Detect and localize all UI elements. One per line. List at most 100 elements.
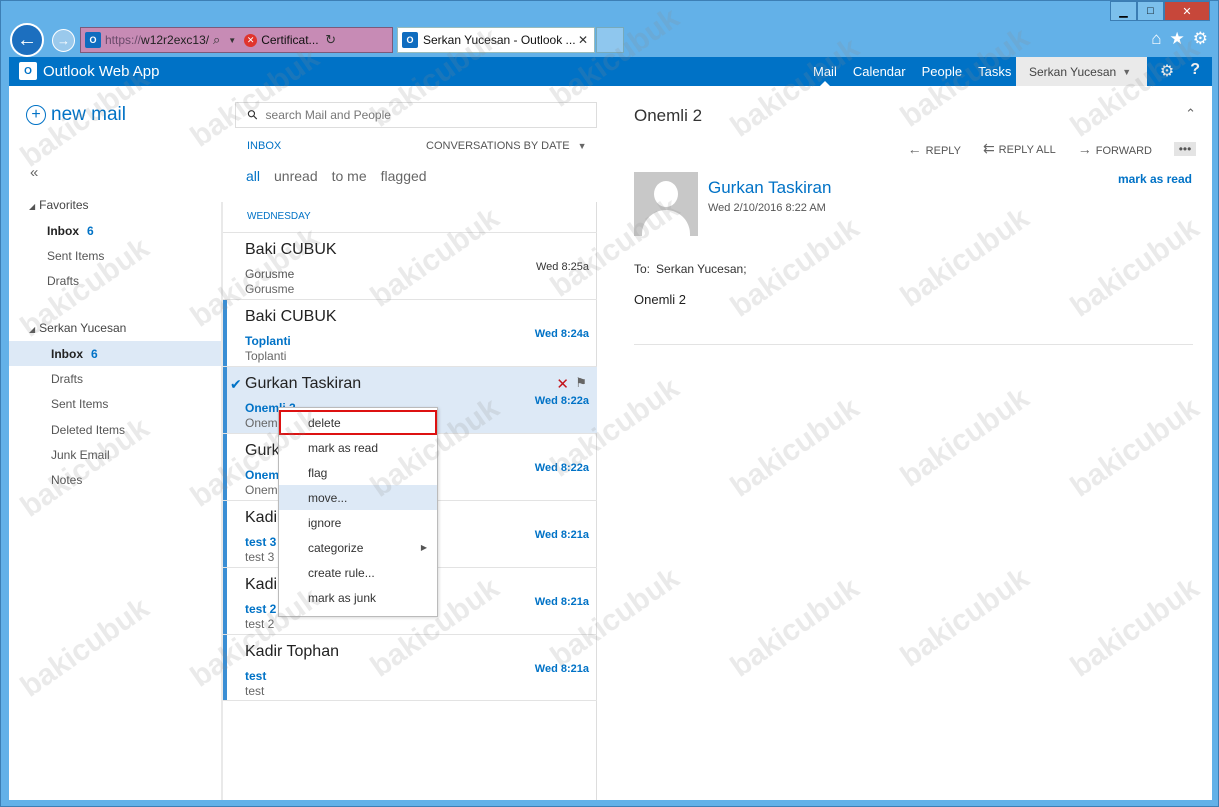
message-from: Baki CUBUK (245, 241, 337, 258)
collapse-pane-button[interactable]: « (30, 164, 38, 181)
tab-close-icon[interactable]: ✕ (578, 33, 588, 47)
close-window-button[interactable]: ✕ (1164, 1, 1210, 21)
dropdown-icon[interactable]: ▼ (228, 36, 236, 45)
message-row[interactable]: Kadir Tophan test test Wed 8:21a (223, 634, 597, 701)
fav-drafts-label: Drafts (47, 273, 80, 288)
menu-mark-as-junk[interactable]: mark as junk (279, 585, 437, 610)
collapse-up-icon[interactable]: ⌃ (1185, 106, 1196, 122)
fav-item-drafts[interactable]: Drafts (9, 268, 221, 293)
url-prefix: https:// (105, 33, 142, 47)
new-tab-button[interactable] (596, 27, 624, 53)
folder-drafts[interactable]: Drafts (9, 366, 221, 391)
certificate-error-label[interactable]: Certificat... (261, 33, 321, 47)
reply-all-label: REPLY ALL (998, 144, 1056, 156)
to-value[interactable]: Serkan Yucesan; (656, 262, 747, 276)
message-preview: test 3 (245, 550, 275, 564)
address-bar[interactable]: O https://w12r2exc13/owa/#p ⌕ ▼ ✕ Certif… (80, 27, 393, 53)
filter-flagged[interactable]: flagged (381, 168, 427, 184)
tab-title: Serkan Yucesan - Outlook ... (423, 33, 576, 47)
certificate-error-icon[interactable]: ✕ (244, 33, 258, 47)
message-preview: Toplanti (245, 349, 287, 363)
nav-calendar[interactable]: Calendar (845, 57, 914, 86)
reply-button[interactable]: ← REPLY (908, 141, 961, 157)
message-time: Wed 8:21a (534, 663, 589, 675)
forward-button[interactable]: → FORWARD (1078, 141, 1152, 157)
menu-mark-as-read[interactable]: mark as read (279, 435, 437, 460)
menu-categorize[interactable]: categorize ▶ (279, 535, 437, 560)
home-icon[interactable]: ⌂ (1151, 29, 1161, 49)
search-icon: ⚲ (243, 105, 262, 124)
owa-logo[interactable]: O Outlook Web App (19, 62, 159, 80)
nav-mail[interactable]: Mail (805, 57, 845, 86)
gear-icon[interactable]: ⚙ (1160, 61, 1174, 81)
filter-to-me[interactable]: to me (332, 168, 367, 184)
favorites-label: Favorites (39, 198, 89, 212)
message-time: Wed 8:21a (534, 529, 589, 541)
sort-label: CONVERSATIONS BY DATE (426, 140, 570, 152)
minimize-button[interactable]: ▁ (1110, 1, 1137, 21)
filter-unread[interactable]: unread (274, 168, 318, 184)
nav-tasks[interactable]: Tasks (970, 57, 1019, 86)
message-row[interactable]: Baki CUBUK Toplanti Toplanti Wed 8:24a (223, 299, 597, 366)
refresh-icon[interactable]: ↻ (325, 32, 336, 48)
nav-people[interactable]: People (914, 57, 970, 86)
menu-flag[interactable]: flag (279, 460, 437, 485)
search-icon[interactable]: ⌕ (213, 32, 220, 48)
folder-sent-items[interactable]: Sent Items (9, 391, 221, 416)
folder-inbox[interactable]: Inbox 6 (9, 341, 221, 366)
sender-avatar (634, 172, 698, 236)
search-input[interactable]: ⚲ search Mail and People (235, 102, 597, 128)
outlook-logo-icon: O (19, 62, 37, 80)
fav-item-sent-items[interactable]: Sent Items (9, 243, 221, 268)
flag-icon[interactable]: ⚑ (575, 375, 587, 391)
new-mail-button[interactable]: + new mail (26, 104, 126, 126)
folder-deleted-items[interactable]: Deleted Items (9, 417, 221, 442)
menu-categorize-label: categorize (308, 540, 364, 555)
account-header[interactable]: ◢ Serkan Yucesan (29, 321, 126, 335)
message-from: Baki CUBUK (245, 308, 337, 325)
outlook-favicon-icon: O (85, 32, 101, 48)
forward-arrow-icon: → (1077, 140, 1092, 157)
browser-tab-active[interactable]: O Serkan Yucesan - Outlook ... ✕ (397, 27, 595, 53)
chevron-down-icon: ▼ (1122, 66, 1132, 77)
forward-button[interactable]: → (52, 29, 75, 52)
menu-ignore[interactable]: ignore (279, 510, 437, 535)
help-icon[interactable]: ? (1190, 61, 1200, 81)
context-menu: delete mark as read flag move... ignore … (278, 407, 438, 617)
message-time: Wed 8:21a (534, 596, 589, 608)
message-subject: Gorusme (245, 267, 295, 281)
user-name: Serkan Yucesan (1029, 64, 1117, 79)
folder-junk-label: Junk Email (51, 447, 110, 462)
mark-as-read-link[interactable]: mark as read (1118, 172, 1192, 186)
menu-move[interactable]: move... (279, 485, 437, 510)
filter-all[interactable]: all (246, 168, 260, 184)
folder-junk-email[interactable]: Junk Email (9, 442, 221, 467)
browser-tools: ⌂ ★ ⚙ (1151, 29, 1208, 49)
app-nav: Mail Calendar People Tasks (805, 57, 1019, 86)
owa-header: O Outlook Web App Mail Calendar People T… (9, 57, 1212, 86)
reply-all-button[interactable]: ⇇ REPLY ALL (983, 140, 1056, 157)
favorites-header[interactable]: ◢ Favorites (29, 198, 89, 212)
sort-dropdown[interactable]: CONVERSATIONS BY DATE ▼ (426, 140, 587, 152)
checkmark-icon[interactable]: ✔ (230, 376, 242, 393)
maximize-button[interactable]: □ (1137, 1, 1164, 21)
menu-delete[interactable]: delete (279, 410, 437, 435)
message-subject: test 3 (245, 535, 277, 549)
fav-item-inbox[interactable]: Inbox 6 (9, 218, 221, 243)
recipients: To: Serkan Yucesan; (634, 262, 747, 276)
message-row[interactable]: Baki CUBUK Gorusme Gorusme Wed 8:25a (223, 232, 597, 299)
fav-sent-label: Sent Items (47, 248, 105, 263)
message-time: Wed 8:22a (534, 395, 589, 407)
back-button[interactable]: ← (10, 23, 44, 57)
sender-name[interactable]: Gurkan Taskiran (708, 178, 831, 198)
more-actions-button[interactable]: ••• (1174, 141, 1196, 156)
message-subject: test (245, 669, 267, 683)
menu-create-rule[interactable]: create rule... (279, 560, 437, 585)
settings-gear-icon[interactable]: ⚙ (1193, 29, 1208, 49)
favorites-star-icon[interactable]: ★ (1170, 29, 1185, 49)
plus-circle-icon: + (26, 105, 46, 125)
delete-icon[interactable]: ✕ (556, 375, 569, 393)
folder-notes[interactable]: Notes (9, 467, 221, 492)
unread-count: 6 (91, 346, 98, 361)
user-menu[interactable]: Serkan Yucesan ▼ (1016, 57, 1147, 86)
